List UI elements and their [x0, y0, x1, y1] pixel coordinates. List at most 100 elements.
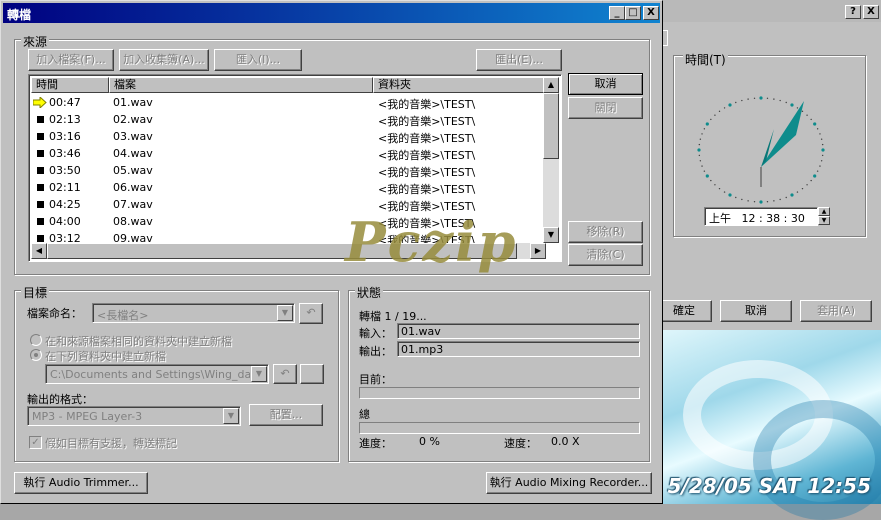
table-row[interactable]: 02:11 06.wav <我的音樂>\TEST\ — [31, 179, 546, 196]
column-header-file[interactable]: 檔案 — [109, 77, 373, 93]
scroll-down-button[interactable]: ▼ — [543, 227, 559, 243]
add-file-button[interactable]: 加入檔案(F)... — [28, 49, 114, 71]
convert-dialog: 轉檔 _ □ X 來源 加入檔案(F)... 加入收集簿(A)... 匯入(I)… — [0, 0, 663, 504]
clock-tick — [810, 118, 812, 121]
ok-button[interactable]: 確定 — [656, 300, 712, 322]
current-label: 目前： — [359, 373, 392, 386]
table-row[interactable]: 00:47 01.wav <我的音樂>\TEST\ — [31, 94, 546, 111]
list-vertical-scrollbar[interactable]: ▲ ▼ — [543, 77, 559, 243]
add-collection-button[interactable]: 加入收集簿(A)... — [119, 49, 209, 71]
clock-tick — [697, 148, 701, 152]
table-row[interactable]: 03:46 04.wav <我的音樂>\TEST\ — [31, 145, 546, 162]
stop-icon — [37, 218, 44, 225]
dialog-titlebar: 轉檔 _ □ X — [3, 3, 660, 23]
cell-folder: <我的音樂>\TEST\ — [378, 149, 476, 162]
cell-folder: <我的音樂>\TEST\ — [378, 183, 476, 196]
cell-time: 03:46 — [49, 147, 81, 160]
desktop-wallpaper: 5/28/05 SAT 12:55 — [663, 330, 881, 520]
time-spin-up[interactable]: ▲ — [818, 207, 830, 216]
scroll-left-button[interactable]: ◀ — [31, 243, 47, 259]
minimize-button[interactable]: _ — [609, 6, 625, 20]
stop-icon — [37, 116, 44, 123]
cancel-button[interactable]: 取消 — [568, 73, 643, 95]
folder-undo-button[interactable]: ↶ — [273, 364, 297, 384]
close-dialog-button[interactable]: 關閉 — [568, 97, 643, 119]
configure-button[interactable]: 配置... — [249, 404, 323, 426]
radio-same-folder[interactable] — [30, 334, 42, 346]
time-field[interactable]: 上午 12 : 38 : 30 — [704, 207, 818, 226]
naming-combo[interactable]: <長檔名> ▼ — [92, 303, 295, 323]
hour-hand — [761, 129, 774, 167]
clock-tick — [718, 187, 721, 190]
scroll-right-button[interactable]: ▶ — [530, 243, 546, 259]
maximize-button[interactable]: □ — [625, 6, 641, 20]
clock-tick — [703, 128, 706, 130]
clock-tick — [699, 160, 702, 162]
run-audio-mixing-recorder-button[interactable]: 執行 Audio Mixing Recorder... — [486, 472, 652, 494]
clock-tick — [806, 184, 808, 186]
clock-tick — [785, 196, 787, 199]
chevron-down-icon[interactable]: ▼ — [223, 408, 239, 424]
clock-tick — [753, 201, 756, 203]
clock-tick — [816, 128, 819, 130]
undo-icon: ↶ — [280, 367, 290, 380]
clock-tick — [813, 174, 817, 178]
clock-tick — [728, 103, 732, 107]
clear-button[interactable]: 清除(C) — [568, 244, 643, 266]
chevron-down-icon[interactable]: ▼ — [277, 305, 293, 321]
cell-file: 08.wav — [113, 215, 153, 228]
progress-value: 0 % — [419, 435, 440, 448]
folder-combo[interactable]: C:\Documents and Settings\Wing_da_Lee\M … — [45, 364, 269, 384]
help-button[interactable]: ? — [845, 5, 861, 19]
clock-tick — [816, 170, 819, 172]
stop-icon — [37, 150, 44, 157]
column-header-folder[interactable]: 資料夾 — [373, 77, 546, 93]
close-button[interactable]: X — [863, 5, 879, 19]
table-row[interactable]: 03:50 05.wav <我的音樂>\TEST\ — [31, 162, 546, 179]
clock-tick — [819, 133, 821, 135]
clock-tick — [723, 107, 726, 109]
total-progress-bar — [359, 422, 640, 434]
run-audio-trimmer-button[interactable]: 執行 Audio Trimmer... — [14, 472, 148, 494]
stop-icon — [37, 133, 44, 140]
format-combo[interactable]: MP3 - MPEG Layer-3 ▼ — [27, 406, 241, 426]
table-row[interactable]: 02:13 02.wav <我的音樂>\TEST\ — [31, 111, 546, 128]
output-label: 輸出： — [359, 345, 392, 358]
stop-icon — [37, 235, 44, 242]
remove-button[interactable]: 移除(R) — [568, 221, 643, 243]
import-button[interactable]: 匯入(I)... — [214, 49, 302, 71]
clock-tick — [785, 101, 787, 104]
vertical-scroll-thumb[interactable] — [543, 93, 559, 159]
clock-cancel-button[interactable]: 取消 — [720, 300, 792, 322]
naming-undo-button[interactable]: ↶ — [299, 303, 323, 324]
input-field: 01.wav — [397, 323, 640, 339]
time-spin-down[interactable]: ▼ — [818, 216, 830, 225]
cell-folder: <我的音樂>\TEST\ — [378, 115, 476, 128]
current-arrow-icon — [33, 97, 47, 108]
stop-icon — [37, 167, 44, 174]
column-header-time[interactable]: 時間 — [31, 77, 109, 93]
clock-tick — [741, 198, 743, 201]
dialog-close-button[interactable]: X — [643, 6, 659, 20]
export-button[interactable]: 匯出(E)... — [476, 49, 562, 71]
clock-tick — [801, 110, 804, 113]
clock-tick — [779, 198, 781, 201]
clock-tick — [723, 191, 726, 193]
clock-tick — [820, 160, 823, 162]
clock-tick — [699, 138, 702, 140]
table-row[interactable]: 03:16 03.wav <我的音樂>\TEST\ — [31, 128, 546, 145]
chevron-down-icon[interactable]: ▼ — [251, 366, 267, 382]
transfer-tags-checkbox[interactable]: ✓ — [29, 436, 42, 449]
apply-button[interactable]: 套用(A) — [800, 300, 872, 322]
radio-other-folder[interactable] — [30, 349, 42, 361]
clock-tick — [741, 99, 743, 102]
transfer-tags-label: 假如目標有支援，轉送標記 — [45, 437, 177, 450]
browse-folder-button[interactable] — [300, 364, 324, 384]
clock-tick — [747, 200, 749, 202]
clock-tick — [701, 133, 703, 135]
cell-folder: <我的音樂>\TEST\ — [378, 132, 476, 145]
scroll-up-button[interactable]: ▲ — [543, 77, 559, 93]
minute-hand — [761, 101, 804, 167]
clock-tick — [728, 193, 732, 197]
current-progress-bar — [359, 387, 640, 399]
